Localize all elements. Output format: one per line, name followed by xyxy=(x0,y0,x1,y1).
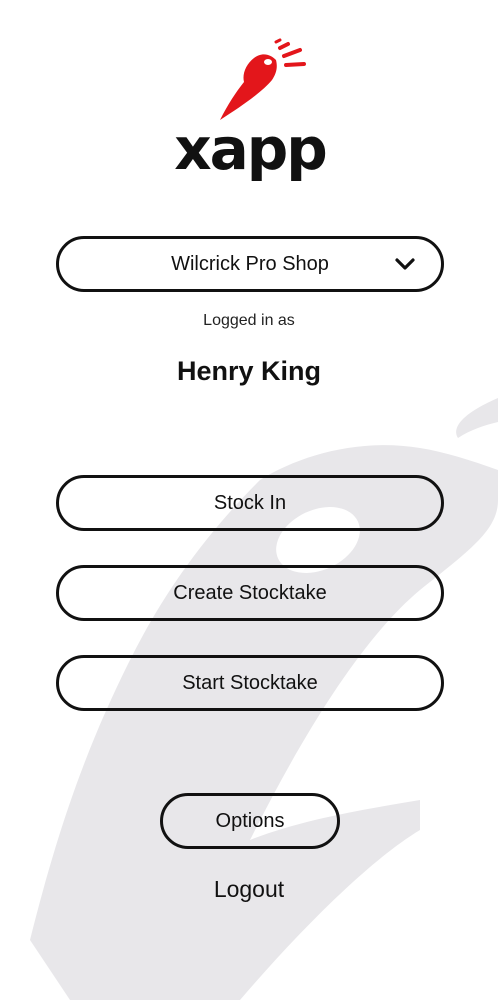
stock-in-label: Stock In xyxy=(213,491,287,514)
start-stocktake-button[interactable]: Start Stocktake xyxy=(56,655,444,711)
create-stocktake-button[interactable]: Create Stocktake xyxy=(56,565,444,621)
create-stocktake-label: Create Stocktake xyxy=(173,581,327,604)
logout-link[interactable]: Logout xyxy=(0,876,498,903)
home-screen: xapp Wilcrick Pro Shop Logged in as Henr… xyxy=(0,0,498,1000)
options-label: Options xyxy=(215,809,285,832)
shop-selector[interactable]: Wilcrick Pro Shop xyxy=(56,236,444,292)
user-name: Henry King xyxy=(176,356,322,386)
chevron-down-icon[interactable] xyxy=(393,252,417,276)
brand-logo: xapp xyxy=(170,38,330,188)
stock-in-button[interactable]: Stock In xyxy=(56,475,444,531)
xapp-logo-icon xyxy=(220,38,306,120)
options-button[interactable]: Options xyxy=(160,793,340,849)
brand-wordmark: xapp xyxy=(174,115,328,183)
logged-in-label: Logged in as xyxy=(203,312,295,329)
content: xapp Wilcrick Pro Shop Logged in as Henr… xyxy=(0,0,498,1000)
start-stocktake-label: Start Stocktake xyxy=(182,671,318,694)
shop-selector-label: Wilcrick Pro Shop xyxy=(171,252,329,275)
